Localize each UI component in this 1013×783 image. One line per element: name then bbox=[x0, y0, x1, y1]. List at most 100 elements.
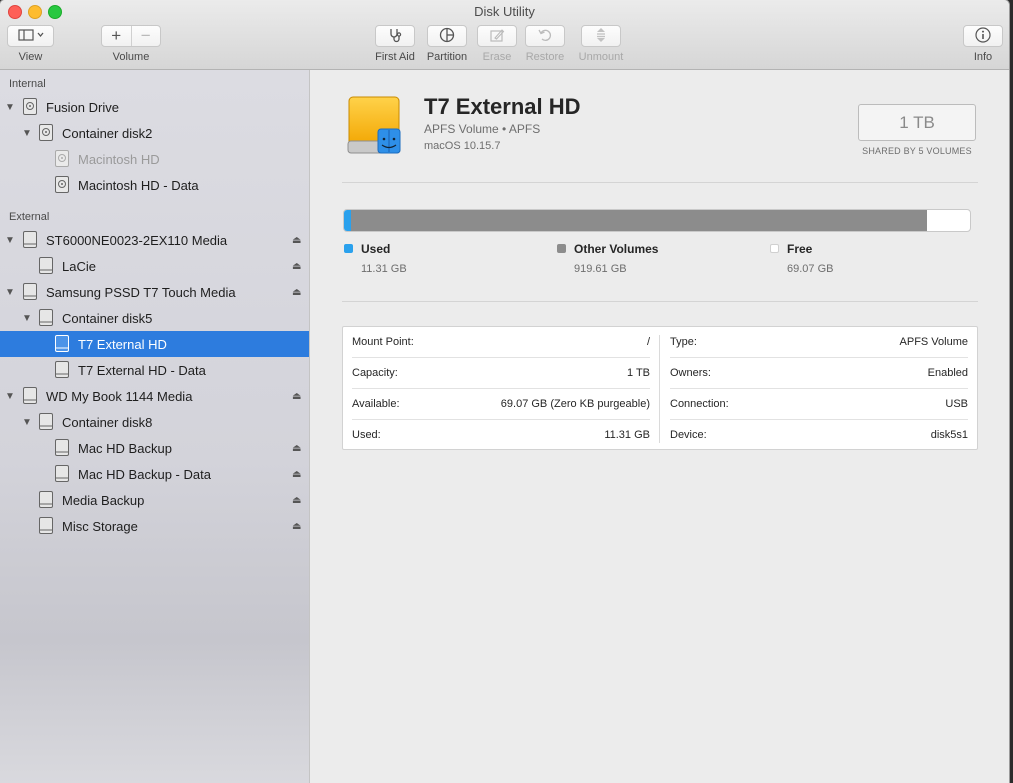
sidebar-item-label: Container disk2 bbox=[62, 125, 153, 141]
add-volume-icon[interactable]: + bbox=[102, 26, 132, 46]
volume-size-box: 1 TB bbox=[858, 104, 976, 141]
unmount-icon bbox=[593, 27, 609, 46]
info-value: disk5s1 bbox=[930, 429, 968, 441]
external-disk-icon bbox=[55, 335, 69, 352]
volume-info-table: Mount Point: / Capacity: 1 TB Available:… bbox=[342, 326, 978, 450]
info-value: 1 TB bbox=[626, 367, 650, 379]
legend-value: 919.61 GB bbox=[574, 263, 627, 275]
column-divider bbox=[659, 335, 660, 443]
legend-label: Other Volumes bbox=[574, 242, 659, 256]
info-row-owners: Owners: Enabled bbox=[670, 358, 968, 389]
disclosure-triangle-icon[interactable]: ▼ bbox=[4, 391, 16, 402]
window-title: Disk Utility bbox=[474, 4, 535, 19]
info-row-capacity: Capacity: 1 TB bbox=[352, 358, 650, 389]
external-disk-icon bbox=[55, 439, 69, 456]
restore-button[interactable] bbox=[525, 25, 565, 47]
external-disk-icon bbox=[39, 491, 53, 508]
stethoscope-icon bbox=[387, 27, 403, 46]
sidebar-item-label: Media Backup bbox=[62, 492, 145, 508]
sidebar-item-t7-external-hd-data[interactable]: T7 External HD - Data bbox=[0, 357, 309, 383]
sidebar-item-t7-external-hd[interactable]: T7 External HD bbox=[0, 331, 309, 357]
info-key: Used: bbox=[352, 429, 381, 441]
sidebar-section-internal: Internal bbox=[9, 78, 46, 90]
internal-disk-icon bbox=[23, 98, 37, 115]
sidebar-item-misc-storage[interactable]: Misc Storage ⏏ bbox=[0, 513, 309, 539]
sidebar-item-container-disk2[interactable]: ▼ Container disk2 bbox=[0, 120, 309, 146]
view-button[interactable] bbox=[7, 25, 54, 47]
volume-button-group: + − bbox=[101, 25, 161, 47]
info-value: 69.07 GB (Zero KB purgeable) bbox=[500, 398, 650, 410]
first-aid-label: First Aid bbox=[375, 51, 415, 63]
partition-button[interactable] bbox=[427, 25, 467, 47]
sidebar-item-label: ST6000NE0023-2EX110 Media bbox=[46, 232, 228, 248]
legend-value: 11.31 GB bbox=[361, 263, 407, 275]
volume-label: Volume bbox=[112, 51, 150, 63]
sidebar-item-samsung-t7-media[interactable]: ▼ Samsung PSSD T7 Touch Media ⏏ bbox=[0, 279, 309, 305]
external-disk-icon bbox=[55, 361, 69, 378]
disclosure-triangle-icon[interactable]: ▼ bbox=[21, 313, 33, 324]
volume-os-version: macOS 10.15.7 bbox=[424, 140, 501, 152]
unmount-label: Unmount bbox=[578, 51, 624, 63]
info-value: 11.31 GB bbox=[604, 429, 650, 441]
sidebar-item-fusion-drive[interactable]: ▼ Fusion Drive bbox=[0, 94, 309, 120]
external-disk-icon bbox=[55, 465, 69, 482]
internal-disk-icon bbox=[55, 176, 69, 193]
first-aid-button[interactable] bbox=[375, 25, 415, 47]
sidebar-item-container-disk8[interactable]: ▼ Container disk8 bbox=[0, 409, 309, 435]
sidebar-item-mac-hd-backup[interactable]: Mac HD Backup ⏏ bbox=[0, 435, 309, 461]
disclosure-triangle-icon[interactable]: ▼ bbox=[21, 128, 33, 139]
internal-disk-icon bbox=[39, 124, 53, 141]
external-disk-icon bbox=[23, 231, 37, 248]
eject-icon[interactable]: ⏏ bbox=[292, 391, 301, 402]
info-button[interactable] bbox=[963, 25, 1003, 47]
sidebar-item-mac-hd-backup-data[interactable]: Mac HD Backup - Data ⏏ bbox=[0, 461, 309, 487]
sidebar-item-wd-my-book-media[interactable]: ▼ WD My Book 1144 Media ⏏ bbox=[0, 383, 309, 409]
remove-volume-icon[interactable]: − bbox=[132, 26, 161, 46]
restore-arrow-icon bbox=[537, 27, 553, 46]
info-value: Enabled bbox=[927, 367, 968, 379]
sidebar-item-label: WD My Book 1144 Media bbox=[46, 388, 193, 404]
sidebar-item-lacie[interactable]: LaCie ⏏ bbox=[0, 253, 309, 279]
legend-value: 69.07 GB bbox=[787, 263, 834, 275]
disclosure-triangle-icon[interactable]: ▼ bbox=[21, 417, 33, 428]
divider bbox=[342, 301, 978, 302]
eject-icon[interactable]: ⏏ bbox=[292, 521, 301, 532]
eject-icon[interactable]: ⏏ bbox=[292, 287, 301, 298]
volume-name: T7 External HD bbox=[424, 94, 581, 119]
sidebar-item-macintosh-hd-data[interactable]: Macintosh HD - Data bbox=[0, 172, 309, 198]
eject-icon[interactable]: ⏏ bbox=[292, 443, 301, 454]
partition-label: Partition bbox=[426, 51, 468, 63]
sidebar-item-st6000-media[interactable]: ▼ ST6000NE0023-2EX110 Media ⏏ bbox=[0, 227, 309, 253]
sidebar-item-container-disk5[interactable]: ▼ Container disk5 bbox=[0, 305, 309, 331]
eject-icon[interactable]: ⏏ bbox=[292, 495, 301, 506]
external-drive-large-icon bbox=[347, 96, 401, 154]
sidebar-item-label: Container disk5 bbox=[62, 310, 153, 326]
external-disk-icon bbox=[39, 257, 53, 274]
legend-swatch-free bbox=[770, 244, 779, 253]
volume-detail-pane: T7 External HD APFS Volume • APFS macOS … bbox=[310, 70, 1009, 783]
unmount-button[interactable] bbox=[581, 25, 621, 47]
sidebar-icon bbox=[17, 28, 44, 44]
info-value: USB bbox=[945, 398, 968, 410]
external-disk-icon bbox=[39, 517, 53, 534]
shared-volumes-caption: SHARED BY 5 VOLUMES bbox=[862, 146, 972, 156]
sidebar-item-media-backup[interactable]: Media Backup ⏏ bbox=[0, 487, 309, 513]
disclosure-triangle-icon[interactable]: ▼ bbox=[4, 102, 16, 113]
eject-icon[interactable]: ⏏ bbox=[292, 261, 301, 272]
info-label: Info bbox=[973, 51, 993, 63]
sidebar-item-macintosh-hd[interactable]: Macintosh HD bbox=[0, 146, 309, 172]
sidebar-item-label: T7 External HD - Data bbox=[78, 362, 206, 378]
info-row-mount-point: Mount Point: / bbox=[352, 327, 650, 358]
legend-swatch-used bbox=[344, 244, 353, 253]
eject-icon[interactable]: ⏏ bbox=[292, 235, 301, 246]
erase-button[interactable] bbox=[477, 25, 517, 47]
sidebar-section-external: External bbox=[9, 211, 50, 223]
disclosure-triangle-icon[interactable]: ▼ bbox=[4, 287, 16, 298]
eject-icon[interactable]: ⏏ bbox=[292, 469, 301, 480]
info-row-connection: Connection: USB bbox=[670, 389, 968, 420]
info-row-type: Type: APFS Volume bbox=[670, 327, 968, 358]
info-key: Connection: bbox=[670, 398, 729, 410]
disclosure-triangle-icon[interactable]: ▼ bbox=[4, 235, 16, 246]
info-row-available: Available: 69.07 GB (Zero KB purgeable) bbox=[352, 389, 650, 420]
info-row-device: Device: disk5s1 bbox=[670, 420, 968, 451]
